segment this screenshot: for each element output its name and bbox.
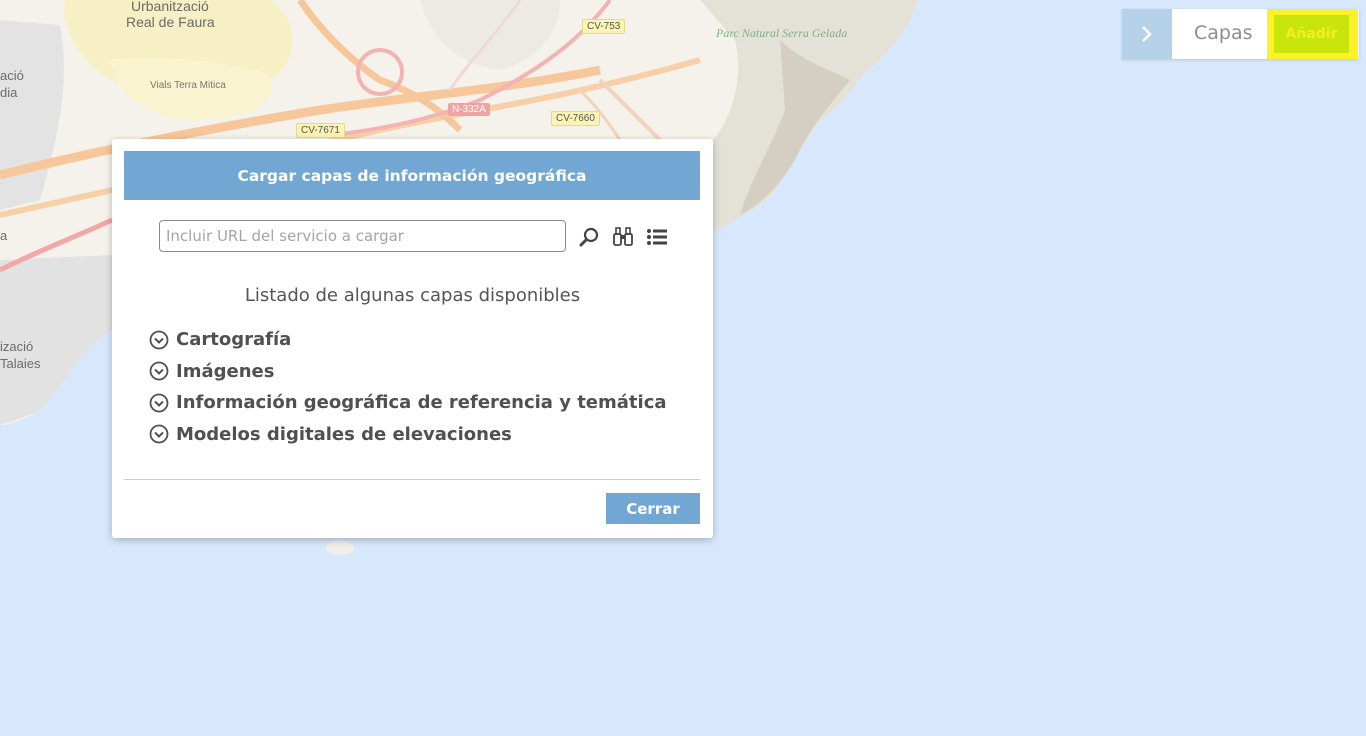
binoculars-icon[interactable] (612, 226, 634, 248)
close-button[interactable]: Cerrar (606, 493, 700, 524)
road-shield: CV-7660 (551, 111, 600, 126)
url-input[interactable] (159, 220, 566, 252)
road-shield: CV-7671 (296, 123, 345, 138)
dialog-divider (124, 479, 700, 480)
layer-category-cartografia[interactable]: Cartografía (149, 324, 667, 356)
layers-toolbar: Capas Añadir (1122, 9, 1359, 59)
tab-capas[interactable]: Capas (1194, 22, 1253, 44)
chevron-down-circle-icon (149, 330, 169, 350)
road-shield: CV-753 (582, 19, 626, 34)
road-shield: N-332A (448, 103, 490, 116)
layer-category-label: Modelos digitales de elevaciones (176, 423, 512, 445)
dialog-title: Cargar capas de información geográfica (124, 151, 700, 200)
panel-toggle-button[interactable] (1122, 9, 1172, 59)
layer-category-list: Cartografía Imágenes Información geográf… (149, 324, 667, 450)
chevron-down-circle-icon (149, 393, 169, 413)
layer-category-imagenes[interactable]: Imágenes (149, 356, 667, 388)
map-place-label: Urbanització (131, 0, 209, 14)
layer-category-informacion[interactable]: Información geográfica de referencia y t… (149, 387, 667, 419)
map-place-label: izació (0, 339, 34, 354)
layer-list-title: Listado de algunas capas disponibles (244, 285, 581, 306)
layer-category-label: Información geográfica de referencia y t… (176, 392, 667, 414)
layer-category-label: Imágenes (176, 360, 275, 382)
map-place-label: a (0, 228, 8, 243)
chevron-down-circle-icon (149, 424, 169, 444)
load-layers-dialog: Cargar capas de información geográfica L… (112, 139, 713, 538)
map-place-label: ació (0, 68, 24, 83)
layer-category-modelos[interactable]: Modelos digitales de elevaciones (149, 419, 667, 451)
map-place-label: dia (0, 85, 18, 100)
map-park-label: Parc Natural Serra Gelada (716, 26, 848, 40)
search-icon[interactable] (578, 226, 600, 248)
chevron-right-icon (1142, 26, 1152, 42)
add-layers-button[interactable]: Añadir (1274, 15, 1349, 53)
layer-category-label: Cartografía (176, 329, 292, 351)
map-place-label: Vials Terra Mitica (150, 80, 226, 91)
map-place-label: Talaies (0, 356, 41, 371)
list-icon[interactable] (646, 226, 668, 248)
map-place-label: Real de Faura (126, 14, 215, 30)
chevron-down-circle-icon (149, 361, 169, 381)
